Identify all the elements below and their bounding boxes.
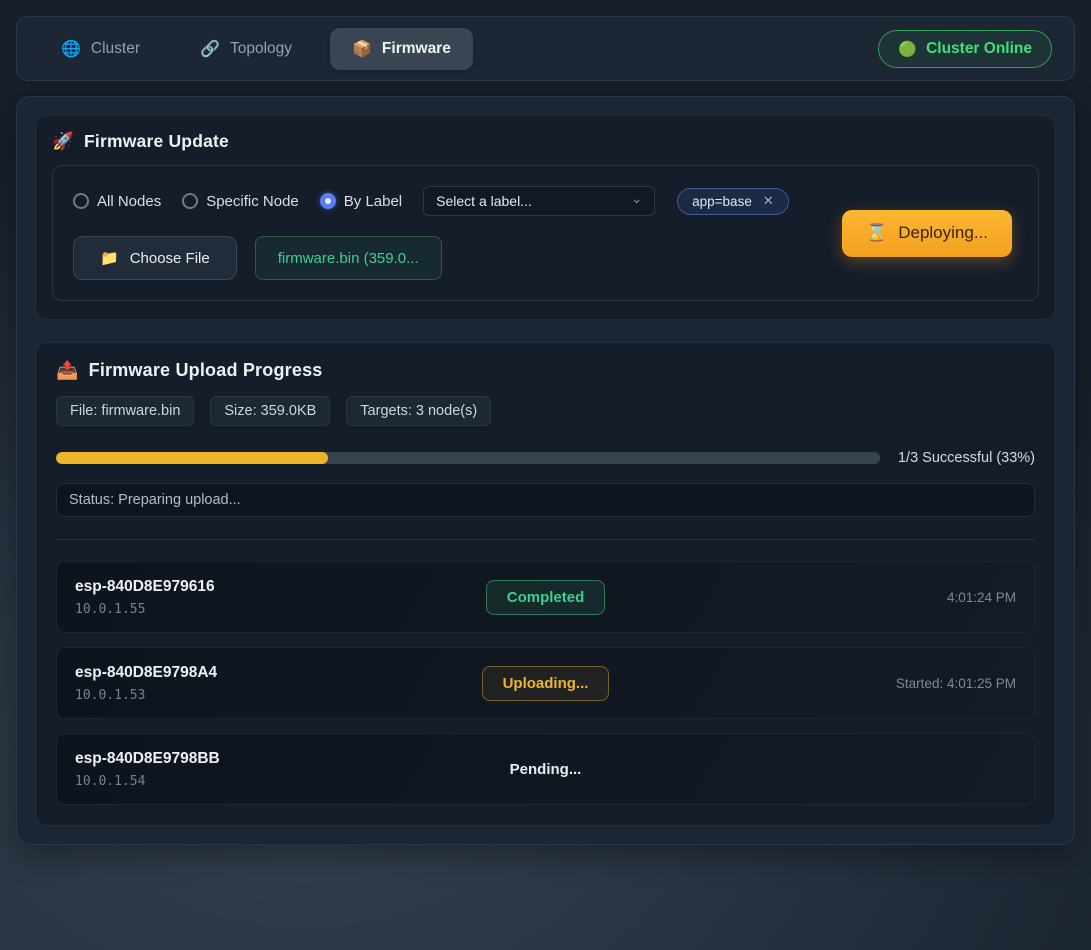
hourglass-icon: ⌛ <box>866 223 887 243</box>
radio-all-nodes-label: All Nodes <box>97 193 161 210</box>
label-tag-text: app=base <box>692 194 752 209</box>
radio-by-label[interactable]: By Label <box>320 193 402 210</box>
label-select-dropdown[interactable]: Select a label... ⌄ <box>423 186 655 216</box>
status-badge-completed: Completed <box>486 580 606 615</box>
progress-fill <box>56 452 328 464</box>
chevron-down-icon: ⌄ <box>631 191 642 207</box>
tab-firmware[interactable]: 📦 Firmware <box>330 28 473 70</box>
update-controls-box: All Nodes Specific Node By Label Select … <box>52 165 1039 301</box>
node-name: esp-840D8E9798A4 <box>75 664 482 682</box>
tab-cluster-label: Cluster <box>91 40 140 58</box>
node-timestamp: Started: 4:01:25 PM <box>609 676 1016 691</box>
meta-file-badge: File: firmware.bin <box>56 396 194 426</box>
node-row-2: esp-840D8E9798A4 10.0.1.53 Uploading... … <box>56 647 1035 719</box>
deploy-button[interactable]: ⌛ Deploying... <box>842 210 1012 257</box>
remove-tag-icon[interactable]: ✕ <box>763 193 774 209</box>
radio-specific-node-label: Specific Node <box>206 193 299 210</box>
firmware-update-title: 🚀 Firmware Update <box>52 131 1039 152</box>
node-identity: esp-840D8E9798A4 10.0.1.53 <box>75 664 482 703</box>
choose-file-label: Choose File <box>130 250 210 267</box>
rocket-icon: 🚀 <box>52 131 74 152</box>
cluster-online-badge: 🟢 Cluster Online <box>878 30 1052 68</box>
progress-row: 1/3 Successful (33%) <box>56 450 1035 466</box>
update-controls-left: All Nodes Specific Node By Label Select … <box>73 186 789 280</box>
radio-by-label-label: By Label <box>344 193 402 210</box>
meta-size-badge: Size: 359.0KB <box>210 396 330 426</box>
firmware-update-title-text: Firmware Update <box>84 131 229 152</box>
tab-topology-label: Topology <box>230 40 292 58</box>
file-row: 📁 Choose File firmware.bin (359.0... <box>73 236 789 280</box>
upload-status-box: Status: Preparing upload... <box>56 483 1035 517</box>
radio-circle-icon <box>182 193 198 209</box>
cluster-online-label: Cluster Online <box>926 40 1032 58</box>
node-ip: 10.0.1.55 <box>75 602 486 617</box>
status-text-pending: Pending... <box>510 753 582 786</box>
link-icon: 🔗 <box>200 39 220 59</box>
node-identity: esp-840D8E9798BB 10.0.1.54 <box>75 750 510 789</box>
node-row-1: esp-840D8E979616 10.0.1.55 Completed 4:0… <box>56 561 1035 633</box>
node-timestamp: 4:01:24 PM <box>605 590 1016 605</box>
selected-file-chip: firmware.bin (359.0... <box>255 236 442 280</box>
tab-cluster[interactable]: 🌐 Cluster <box>39 28 162 70</box>
deploy-button-label: Deploying... <box>898 223 988 243</box>
radio-circle-icon <box>73 193 89 209</box>
node-name: esp-840D8E9798BB <box>75 750 510 768</box>
outbox-tray-icon: 📤 <box>56 360 79 381</box>
meta-targets-badge: Targets: 3 node(s) <box>346 396 491 426</box>
radio-circle-icon <box>320 193 336 209</box>
section-divider <box>56 539 1035 540</box>
green-circle-icon: 🟢 <box>898 40 917 58</box>
globe-icon: 🌐 <box>61 39 81 59</box>
selected-file-name: firmware.bin (359.0... <box>278 250 419 267</box>
status-badge-uploading: Uploading... <box>482 666 610 701</box>
upload-progress-title: 📤 Firmware Upload Progress <box>56 360 1035 381</box>
label-tag-app-base: app=base ✕ <box>677 188 789 215</box>
main-container: 🚀 Firmware Update All Nodes Specific Nod… <box>16 96 1075 845</box>
node-ip: 10.0.1.53 <box>75 688 482 703</box>
firmware-update-card: 🚀 Firmware Update All Nodes Specific Nod… <box>35 115 1056 320</box>
radio-all-nodes[interactable]: All Nodes <box>73 193 161 210</box>
node-identity: esp-840D8E979616 10.0.1.55 <box>75 578 486 617</box>
label-select-placeholder: Select a label... <box>436 193 532 209</box>
node-name: esp-840D8E979616 <box>75 578 486 596</box>
tab-topology[interactable]: 🔗 Topology <box>178 28 314 70</box>
progress-summary-label: 1/3 Successful (33%) <box>898 450 1035 466</box>
choose-file-button[interactable]: 📁 Choose File <box>73 236 237 280</box>
upload-meta-row: File: firmware.bin Size: 359.0KB Targets… <box>56 396 1035 426</box>
progress-bar-track <box>56 452 880 464</box>
folder-icon: 📁 <box>100 249 119 267</box>
node-row-3: esp-840D8E9798BB 10.0.1.54 Pending... <box>56 733 1035 805</box>
upload-progress-card: 📤 Firmware Upload Progress File: firmwar… <box>35 342 1056 826</box>
node-ip: 10.0.1.54 <box>75 774 510 789</box>
upload-progress-title-text: Firmware Upload Progress <box>89 360 323 381</box>
upload-status-text: Status: Preparing upload... <box>69 492 241 508</box>
target-options-row: All Nodes Specific Node By Label Select … <box>73 186 789 216</box>
radio-specific-node[interactable]: Specific Node <box>182 193 299 210</box>
package-icon: 📦 <box>352 39 372 59</box>
tab-firmware-label: Firmware <box>382 40 451 58</box>
nav-tabs: 🌐 Cluster 🔗 Topology 📦 Firmware <box>39 28 878 70</box>
top-navigation-bar: 🌐 Cluster 🔗 Topology 📦 Firmware 🟢 Cluste… <box>16 16 1075 81</box>
